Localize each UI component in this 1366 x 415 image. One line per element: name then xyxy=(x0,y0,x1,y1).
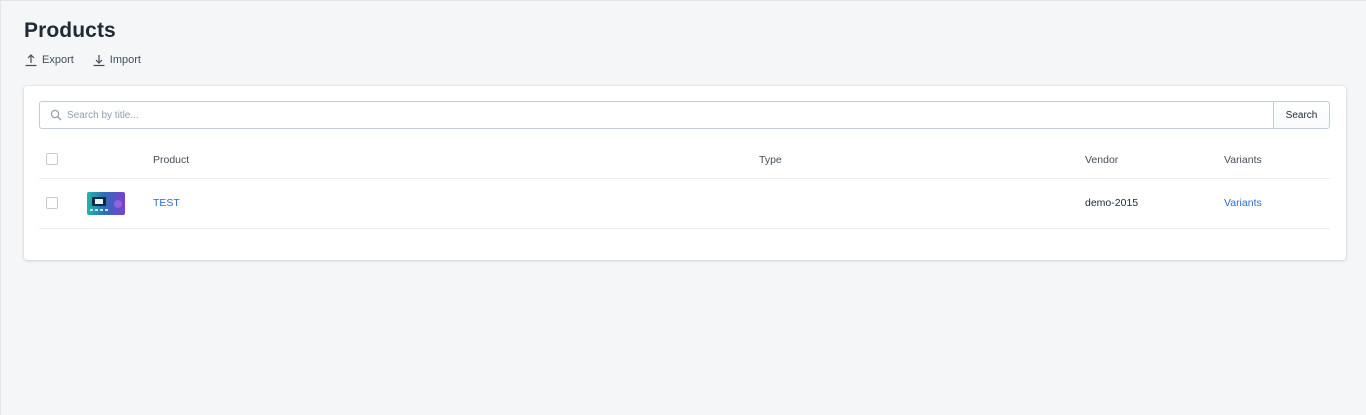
search-input[interactable] xyxy=(40,102,1273,128)
column-header-type: Type xyxy=(759,154,782,166)
page-actions: Export Import xyxy=(24,53,141,67)
products-table: Product Type Vendor Variants TEST demo-2… xyxy=(39,139,1330,229)
product-title-link[interactable]: TEST xyxy=(153,197,180,209)
download-icon xyxy=(92,53,106,67)
column-header-product: Product xyxy=(153,154,190,166)
products-page: Products Export Import Search by title..… xyxy=(0,0,1366,415)
import-label: Import xyxy=(109,54,141,66)
export-label: Export xyxy=(42,54,74,66)
column-header-vendor: Vendor xyxy=(1085,154,1119,166)
page-title: Products xyxy=(24,19,116,42)
table-row: TEST demo-2015 Variants xyxy=(39,179,1330,229)
product-thumbnail[interactable] xyxy=(87,192,125,215)
variants-link[interactable]: Variants xyxy=(1224,197,1262,209)
search-bar: Search xyxy=(39,101,1330,129)
column-header-variants: Variants xyxy=(1224,154,1262,166)
row-checkbox[interactable] xyxy=(46,197,58,209)
upload-icon xyxy=(24,53,38,67)
table-header: Product Type Vendor Variants xyxy=(39,139,1330,179)
select-all-checkbox[interactable] xyxy=(46,153,58,165)
product-vendor: demo-2015 xyxy=(1085,197,1139,209)
search-field xyxy=(39,101,1273,129)
import-button[interactable]: Import xyxy=(92,53,141,67)
search-button[interactable]: Search xyxy=(1273,101,1330,129)
export-button[interactable]: Export xyxy=(24,53,74,67)
products-card: Search Product Type Vendor Variants xyxy=(24,86,1346,260)
